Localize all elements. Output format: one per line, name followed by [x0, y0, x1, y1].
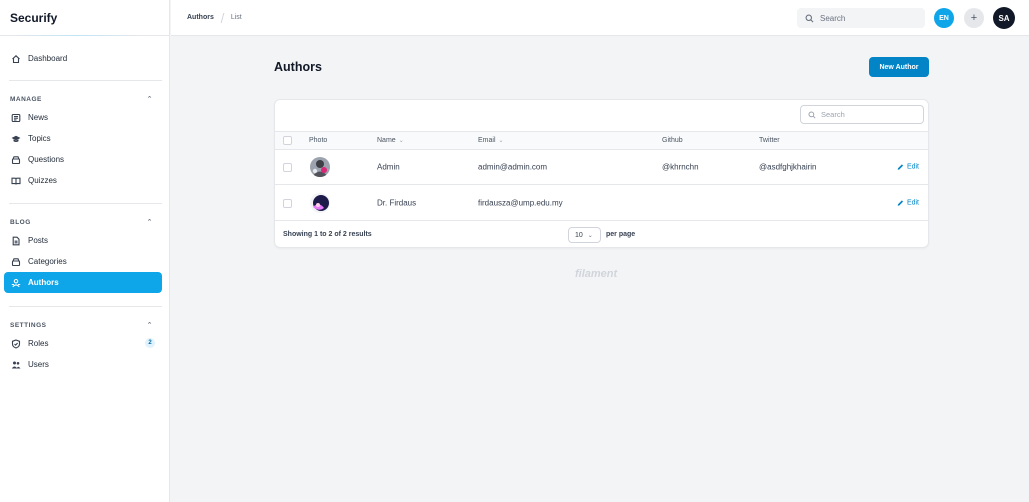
pagination-summary: Showing 1 to 2 of 2 results [283, 231, 372, 238]
footer-brand[interactable]: filament [575, 268, 617, 280]
page-title: Authors [274, 60, 322, 74]
users-icon [11, 360, 21, 370]
edit-button[interactable]: Edit [897, 200, 919, 207]
user-group-icon [11, 278, 21, 288]
author-twitter: @asdfghjkhairin [759, 162, 817, 172]
author-email: admin@admin.com [478, 162, 548, 172]
home-icon [11, 54, 21, 64]
breadcrumb-separator [220, 12, 225, 23]
author-github: @khrnchn [662, 162, 699, 172]
column-email[interactable]: Email ⌄ [478, 137, 504, 144]
graduation-cap-icon [11, 134, 21, 144]
column-name[interactable]: Name ⌄ [377, 137, 404, 144]
sidebar-item-label: Categories [28, 257, 67, 266]
chevron-up-icon: ⌃ [146, 96, 153, 103]
sidebar-item-label: Authors [28, 278, 59, 287]
per-page-select[interactable]: 10 ⌄ [568, 227, 601, 243]
pencil-icon [897, 164, 904, 170]
per-page-label: per page [606, 231, 636, 238]
sidebar-item-label: Topics [28, 134, 51, 143]
shield-check-icon [11, 338, 21, 349]
author-name: Admin [377, 162, 400, 172]
sidebar-item-users[interactable]: Users [0, 354, 169, 375]
table-search-input[interactable]: Search [800, 105, 924, 124]
sort-icon: ⌄ [498, 138, 504, 144]
topbar: Authors List Search EN + SA [171, 0, 1029, 36]
sidebar-item-quizzes[interactable]: Quizzes [0, 170, 169, 191]
breadcrumb-list: List [230, 14, 242, 21]
roles-count-badge: 2 [145, 338, 155, 348]
new-author-button[interactable]: New Author [869, 57, 929, 77]
sidebar: Securify Dashboard MANAGE ⌃ News Topics … [0, 0, 170, 502]
authors-table: Search Photo Name ⌄ Email ⌄ Github Twitter… [274, 99, 929, 248]
per-page-value: 10 [575, 231, 583, 239]
sidebar-item-posts[interactable]: Posts [0, 230, 169, 251]
author-photo [310, 193, 330, 213]
newspaper-icon [11, 113, 21, 123]
sidebar-item-label: Questions [28, 155, 65, 164]
search-icon [808, 110, 816, 119]
select-all-checkbox[interactable] [283, 136, 292, 145]
sidebar-item-dashboard[interactable]: Dashboard [0, 48, 169, 69]
sidebar-item-topics[interactable]: Topics [0, 128, 169, 149]
table-row[interactable]: Dr. Firdaus firdausza@ump.edu.my Edit [275, 186, 928, 221]
sidebar-item-label: Quizzes [28, 176, 57, 185]
search-icon [805, 14, 814, 22]
table-row[interactable]: Admin admin@admin.com @khrnchn @asdfghjk… [275, 150, 928, 185]
quick-add-button[interactable]: + [964, 8, 984, 28]
archive-icon [11, 257, 21, 267]
global-search-input[interactable]: Search [797, 8, 925, 28]
breadcrumb: Authors List [171, 12, 242, 23]
column-github: Github [662, 137, 683, 144]
section-title: MANAGE [10, 95, 42, 103]
sidebar-item-label: Posts [28, 236, 49, 245]
edit-label: Edit [906, 163, 919, 171]
pencil-icon [897, 200, 904, 206]
sidebar-item-questions[interactable]: Questions [0, 149, 169, 170]
language-switcher[interactable]: EN [934, 8, 954, 28]
section-settings-header[interactable]: SETTINGS ⌃ [0, 317, 169, 333]
chevron-up-icon: ⌃ [146, 322, 153, 329]
search-placeholder: Search [820, 13, 846, 23]
section-title: SETTINGS [10, 321, 47, 329]
sidebar-item-roles[interactable]: Roles 2 [0, 333, 169, 354]
archive-icon [11, 155, 21, 165]
user-avatar[interactable]: SA [993, 7, 1015, 29]
book-open-icon [11, 176, 21, 186]
column-twitter: Twitter [759, 137, 780, 144]
document-icon [11, 236, 21, 246]
section-manage-header[interactable]: MANAGE ⌃ [0, 91, 169, 107]
row-checkbox[interactable] [283, 163, 292, 172]
table-header: Photo Name ⌄ Email ⌄ Github Twitter [275, 131, 928, 150]
sidebar-item-label: Users [28, 360, 49, 369]
section-title: BLOG [10, 218, 31, 226]
row-checkbox[interactable] [283, 199, 292, 208]
section-blog-header[interactable]: BLOG ⌃ [0, 214, 169, 230]
sidebar-item-label: Roles [28, 339, 49, 348]
chevron-up-icon: ⌃ [146, 219, 153, 226]
author-name: Dr. Firdaus [377, 198, 417, 208]
table-footer: Showing 1 to 2 of 2 results 10 ⌄ per pag… [275, 221, 928, 247]
column-label: Name [377, 137, 396, 144]
author-photo [310, 157, 330, 177]
chevron-down-icon: ⌄ [587, 232, 593, 239]
author-email: firdausza@ump.edu.my [478, 198, 563, 208]
edit-label: Edit [906, 199, 919, 207]
app-brand[interactable]: Securify [0, 0, 169, 36]
breadcrumb-authors[interactable]: Authors [187, 14, 214, 21]
search-placeholder: Search [821, 110, 845, 119]
sort-icon: ⌄ [398, 138, 404, 144]
edit-button[interactable]: Edit [897, 164, 919, 171]
sidebar-item-news[interactable]: News [0, 107, 169, 128]
column-label: Email [478, 137, 496, 144]
column-photo: Photo [309, 137, 328, 144]
sidebar-item-authors[interactable]: Authors [4, 272, 162, 293]
sidebar-item-label: News [28, 113, 49, 122]
sidebar-item-label: Dashboard [28, 54, 68, 63]
sidebar-item-categories[interactable]: Categories [0, 251, 169, 272]
